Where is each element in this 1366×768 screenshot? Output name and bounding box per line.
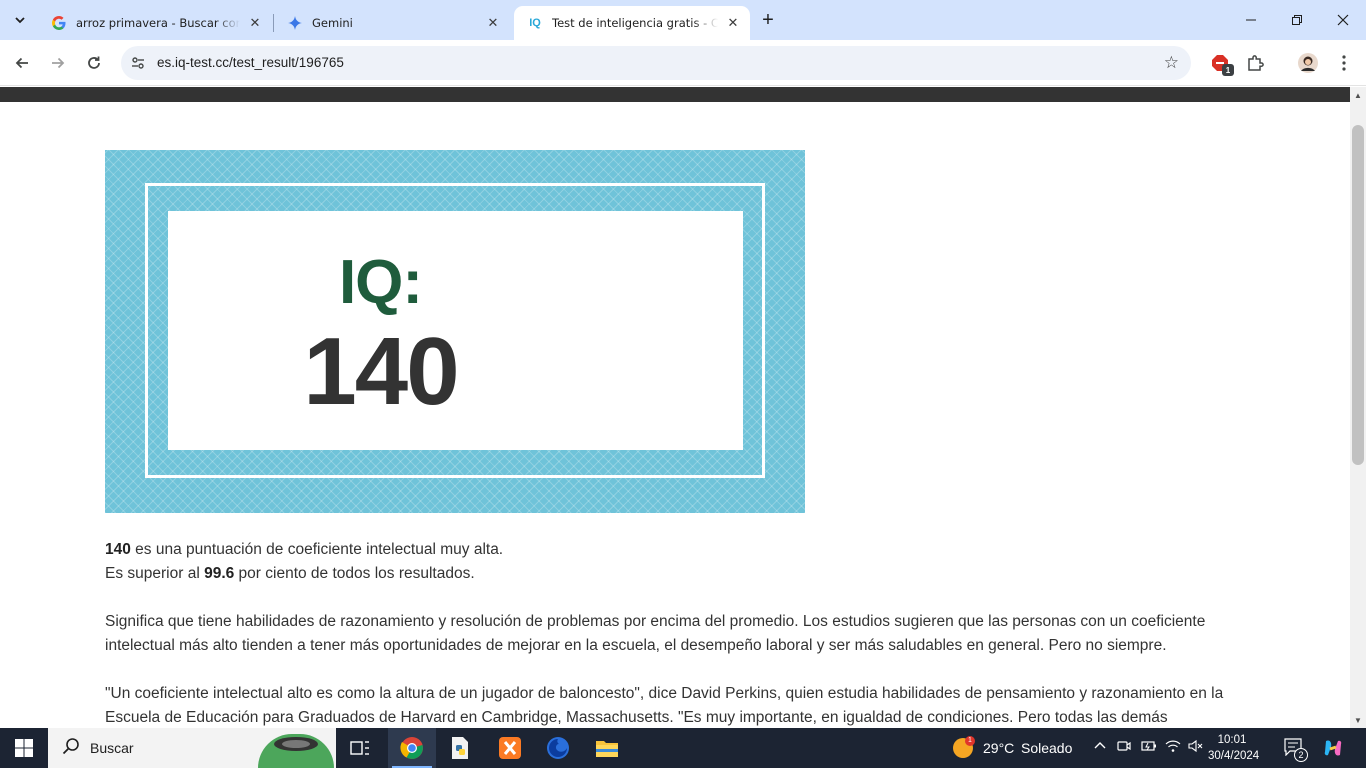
iq-test-icon: IQ bbox=[529, 17, 541, 29]
firefox-icon bbox=[547, 737, 569, 759]
tab-title: Gemini bbox=[312, 16, 353, 30]
task-view-icon bbox=[350, 741, 369, 755]
clock-date: 30/4/2024 bbox=[1208, 750, 1260, 762]
paragraph-meaning: Significa que tiene habilidades de razon… bbox=[105, 613, 1206, 654]
taskbar-search[interactable]: Buscar bbox=[48, 728, 336, 768]
profile-button[interactable] bbox=[1294, 49, 1322, 77]
summary-line-2-pre: Es superior al bbox=[105, 565, 205, 582]
close-tab-icon[interactable]: ✕ bbox=[724, 14, 742, 32]
chevron-down-icon bbox=[15, 17, 25, 24]
percentile-bold: 99.6 bbox=[204, 565, 235, 582]
puzzle-icon bbox=[1248, 55, 1264, 71]
new-tab-button[interactable]: + bbox=[757, 9, 779, 31]
python-file-icon bbox=[452, 737, 468, 759]
summary-line-1-text: es una puntuación de coeficiente intelec… bbox=[130, 541, 504, 558]
weather-temperature[interactable]: 29°C bbox=[983, 740, 1014, 756]
search-highlight-image bbox=[258, 734, 334, 768]
battery-icon[interactable] bbox=[1141, 739, 1157, 756]
search-icon bbox=[62, 737, 80, 760]
folder-icon bbox=[596, 741, 618, 757]
iq-score: 140 bbox=[303, 318, 459, 425]
taskbar-firefox[interactable] bbox=[534, 728, 582, 768]
extension-badge: 1 bbox=[1222, 64, 1234, 76]
arrow-right-icon bbox=[52, 57, 65, 69]
minimize-button[interactable] bbox=[1228, 0, 1274, 40]
site-settings-icon[interactable] bbox=[129, 54, 147, 72]
close-icon bbox=[1337, 14, 1349, 26]
meet-now-icon[interactable] bbox=[1117, 739, 1131, 756]
tab-google-search[interactable]: arroz primavera - Buscar con Google ✕ bbox=[38, 6, 272, 40]
tab-gemini[interactable]: Gemini ✕ bbox=[274, 6, 510, 40]
back-button[interactable] bbox=[8, 49, 36, 77]
arrow-left-icon bbox=[15, 57, 28, 69]
windows-taskbar: Buscar 1 29°C Soleado 10:01 30/4/2024 2 bbox=[0, 728, 1366, 768]
restore-icon bbox=[1292, 15, 1302, 25]
wifi-icon[interactable] bbox=[1165, 739, 1181, 756]
volume-muted-icon[interactable] bbox=[1188, 739, 1204, 756]
avatar-icon bbox=[1298, 53, 1318, 73]
scroll-thumb[interactable] bbox=[1352, 125, 1364, 465]
xampp-icon bbox=[499, 737, 521, 759]
forward-button[interactable] bbox=[44, 49, 72, 77]
summary-line-2-post: por ciento de todos los resultados. bbox=[234, 565, 475, 582]
site-header bbox=[0, 87, 1350, 102]
extensions-button[interactable] bbox=[1241, 49, 1269, 77]
reload-icon bbox=[88, 56, 100, 69]
tab-title: Test de inteligencia gratis - Calculador… bbox=[552, 16, 718, 30]
bookmark-star-icon[interactable]: ☆ bbox=[1164, 53, 1179, 73]
iq-result-banner: IQ: 140 bbox=[105, 150, 805, 513]
taskbar-file-explorer[interactable] bbox=[583, 728, 631, 768]
restore-button[interactable] bbox=[1274, 0, 1320, 40]
scroll-down-arrow[interactable]: ▼ bbox=[1350, 712, 1366, 728]
more-vertical-icon bbox=[1342, 55, 1346, 71]
close-tab-icon[interactable]: ✕ bbox=[484, 14, 502, 32]
start-button[interactable] bbox=[0, 728, 48, 768]
page-viewport: IQ: 140 140 es una puntuación de coefici… bbox=[0, 87, 1350, 728]
browser-toolbar: es.iq-test.cc/test_result/196765 ☆ 1 bbox=[0, 40, 1366, 86]
tab-search-button[interactable] bbox=[7, 8, 33, 32]
chrome-icon bbox=[400, 737, 423, 759]
taskbar-chrome[interactable] bbox=[388, 728, 436, 768]
tab-strip: arroz primavera - Buscar con Google ✕ Ge… bbox=[0, 0, 1366, 40]
page-scrollbar[interactable]: ▲ ▼ bbox=[1350, 87, 1366, 728]
taskbar-python[interactable] bbox=[436, 728, 484, 768]
weather-description[interactable]: Soleado bbox=[1021, 740, 1072, 756]
copilot-icon[interactable] bbox=[1322, 737, 1344, 764]
close-window-button[interactable] bbox=[1320, 0, 1366, 40]
weather-badge: 1 bbox=[965, 736, 975, 746]
score-bold: 140 bbox=[105, 541, 131, 558]
gemini-sparkle-icon bbox=[287, 15, 303, 31]
close-tab-icon[interactable]: ✕ bbox=[246, 14, 264, 32]
notification-count-badge: 2 bbox=[1294, 748, 1308, 762]
extension-adblock-button[interactable]: 1 bbox=[1206, 49, 1234, 77]
url-text[interactable]: es.iq-test.cc/test_result/196765 bbox=[157, 55, 344, 70]
chevron-up-icon[interactable] bbox=[1093, 739, 1107, 756]
minimize-icon bbox=[1246, 19, 1256, 21]
summary-line-2: Es superior al 99.6 por ciento de todos … bbox=[105, 562, 1255, 586]
google-g-icon bbox=[51, 15, 67, 31]
paragraph-quote: "Un coeficiente intelectual alto es como… bbox=[105, 685, 1224, 726]
clock-time: 10:01 bbox=[1217, 734, 1247, 746]
menu-button[interactable] bbox=[1330, 49, 1358, 77]
iq-label: IQ: bbox=[338, 248, 423, 317]
tab-title: arroz primavera - Buscar con Google bbox=[76, 16, 240, 30]
banner-card: IQ: 140 bbox=[168, 211, 743, 450]
summary-line-1: 140 es una puntuación de coeficiente int… bbox=[105, 538, 1255, 562]
tab-iq-test[interactable]: IQ Test de inteligencia gratis - Calcula… bbox=[514, 6, 750, 40]
address-bar[interactable]: es.iq-test.cc/test_result/196765 ☆ bbox=[121, 46, 1191, 80]
result-summary: 140 es una puntuación de coeficiente int… bbox=[105, 538, 1255, 586]
scroll-up-arrow[interactable]: ▲ bbox=[1350, 87, 1366, 103]
taskbar-xampp[interactable] bbox=[486, 728, 534, 768]
windows-logo-icon bbox=[15, 739, 33, 757]
reload-button[interactable] bbox=[80, 49, 108, 77]
search-label: Buscar bbox=[90, 740, 134, 756]
task-view-button[interactable] bbox=[336, 728, 384, 768]
system-clock[interactable]: 10:01 30/4/2024 bbox=[1208, 732, 1260, 764]
